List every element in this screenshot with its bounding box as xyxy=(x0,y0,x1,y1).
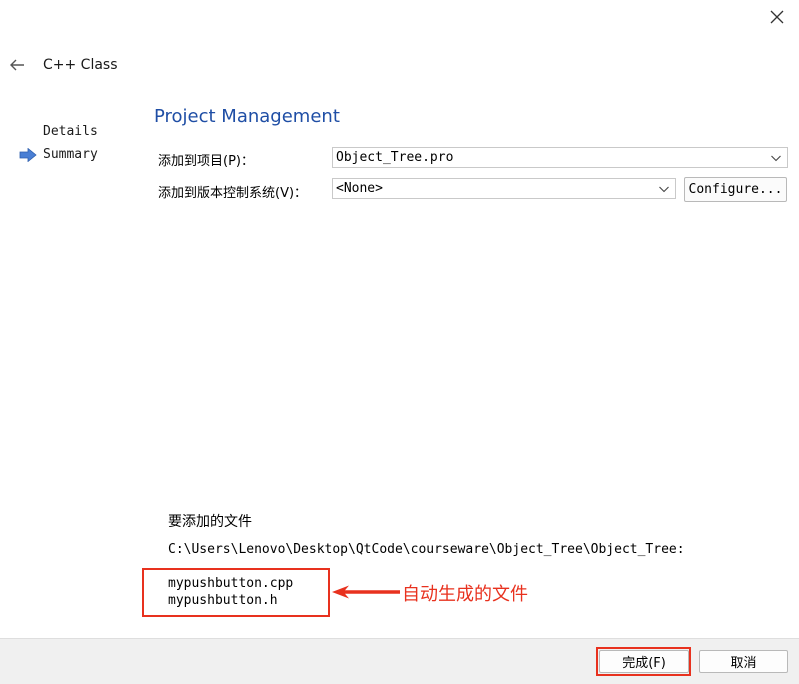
cancel-button[interactable]: 取消 xyxy=(699,650,788,673)
back-button[interactable] xyxy=(6,54,28,76)
close-button[interactable] xyxy=(764,4,790,30)
back-arrow-icon xyxy=(10,59,24,71)
finish-highlight-box xyxy=(596,647,691,676)
files-highlight-box xyxy=(142,568,330,617)
page-title: Project Management xyxy=(154,106,340,127)
annotation-label: 自动生成的文件 xyxy=(402,584,528,605)
configure-button[interactable]: Configure... xyxy=(684,177,787,202)
files-to-add-heading: 要添加的文件 xyxy=(168,514,252,530)
add-to-vcs-label: 添加到版本控制系统(V)： xyxy=(158,186,308,201)
files-path: C:\Users\Lenovo\Desktop\QtCode\coursewar… xyxy=(168,542,685,557)
add-to-project-label: 添加到项目(P)： xyxy=(158,154,254,169)
sidebar-item-details: Details xyxy=(43,124,98,139)
chevron-down-icon xyxy=(659,186,669,193)
sidebar-item-summary: Summary xyxy=(43,147,98,162)
chevron-down-icon xyxy=(771,155,781,162)
vcs-select[interactable]: <None> xyxy=(332,178,676,199)
project-select[interactable]: Object_Tree.pro xyxy=(332,147,788,168)
right-arrow-icon xyxy=(19,148,37,162)
project-select-value: Object_Tree.pro xyxy=(336,150,454,165)
vcs-select-value: <None> xyxy=(336,181,383,196)
wizard-title: C++ Class xyxy=(43,57,118,73)
annotation-arrow-icon xyxy=(332,585,400,599)
close-icon xyxy=(770,10,784,24)
